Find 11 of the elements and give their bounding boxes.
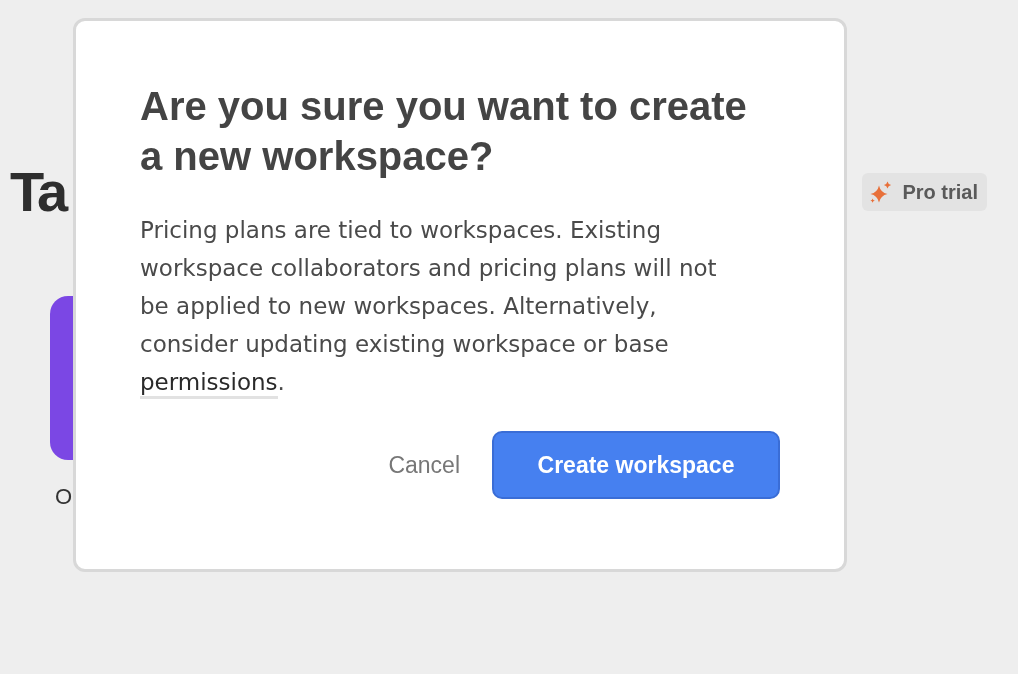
create-button[interactable]: Create workspace [492,431,780,499]
badge-label: Pro trial [902,180,978,204]
dialog-title: Are you sure you want to create a new workspace? [140,83,748,180]
dialog-message: Pricing plans are tied to workspaces. Existing workspace collaborators and pricing plans will not be applied to new workspaces. Alternatively, consider updating existing workspace or base permissions. [140,211,740,401]
cancel-button[interactable]: Cancel [372,443,476,487]
page-heading: Ta [10,162,66,222]
tile-label: O [55,484,73,510]
sparkle-icon [870,181,893,203]
pro-trial-badge[interactable]: Pro trial [862,173,987,211]
permissions-link[interactable]: permissions [140,369,278,399]
app-tile-icon[interactable] [50,296,73,460]
